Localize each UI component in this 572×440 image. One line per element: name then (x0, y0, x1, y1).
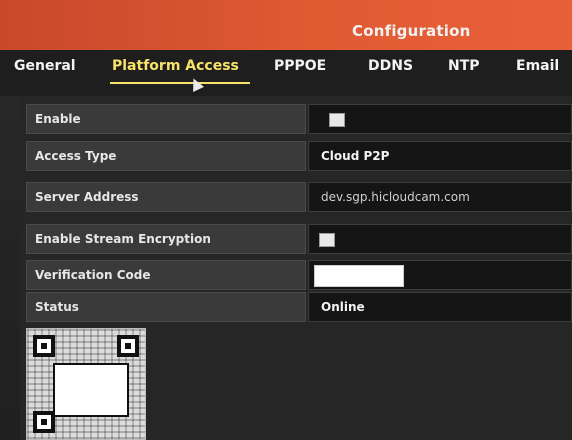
row-status: Status Online (26, 292, 572, 322)
window-title: Configuration (352, 22, 471, 40)
enable-label: Enable (35, 112, 81, 126)
row-access-type: Access Type Cloud P2P (26, 141, 572, 171)
row-enable-stream-encryption: Enable Stream Encryption (26, 224, 572, 254)
status-label: Status (35, 300, 79, 314)
verification-code-input[interactable] (314, 265, 404, 287)
tab-email[interactable]: Email (516, 58, 559, 74)
row-server-address: Server Address dev.sgp.hicloudcam.com (26, 182, 572, 212)
server-address-value: dev.sgp.hicloudcam.com (321, 190, 470, 204)
qr-finder-bottom-left-icon (33, 411, 55, 433)
enable-checkbox[interactable] (329, 113, 345, 127)
enable-value-cell (308, 104, 572, 134)
status-value-cell: Online (308, 292, 572, 322)
enable-stream-encryption-label: Enable Stream Encryption (35, 232, 211, 246)
row-verification-code: Verification Code (26, 260, 572, 290)
qr-finder-top-left-icon (33, 335, 55, 357)
active-tab-underline (110, 82, 250, 84)
qr-finder-top-right-icon (117, 335, 139, 357)
access-type-label: Access Type (35, 149, 117, 163)
enable-stream-encryption-label-cell: Enable Stream Encryption (26, 224, 306, 254)
status-value: Online (321, 300, 365, 314)
enable-label-cell: Enable (26, 104, 306, 134)
verification-code-label: Verification Code (35, 268, 151, 282)
tabs-bar: General Platform Access PPPOE DDNS NTP E… (0, 50, 572, 96)
server-address-label-cell: Server Address (26, 182, 306, 212)
status-label-cell: Status (26, 292, 306, 322)
tab-general[interactable]: General (14, 58, 76, 74)
tab-pppoe[interactable]: PPPOE (274, 58, 326, 74)
tab-ddns[interactable]: DDNS (368, 58, 413, 74)
row-enable: Enable (26, 104, 572, 134)
access-type-label-cell: Access Type (26, 141, 306, 171)
verification-code-label-cell: Verification Code (26, 260, 306, 290)
server-address-value-cell: dev.sgp.hicloudcam.com (308, 182, 572, 212)
qr-center-mask (53, 363, 129, 417)
access-type-value: Cloud P2P (321, 149, 390, 163)
qr-code (26, 328, 146, 440)
verification-code-value-cell (308, 260, 572, 290)
server-address-label: Server Address (35, 190, 139, 204)
enable-stream-encryption-checkbox[interactable] (319, 233, 335, 247)
tab-platform-access[interactable]: Platform Access (112, 58, 239, 74)
title-bar: Configuration (0, 0, 572, 52)
configuration-screen: Configuration General Platform Access PP… (0, 0, 572, 440)
tab-ntp[interactable]: NTP (448, 58, 480, 74)
enable-stream-encryption-value-cell (308, 224, 572, 254)
access-type-value-cell[interactable]: Cloud P2P (308, 141, 572, 171)
